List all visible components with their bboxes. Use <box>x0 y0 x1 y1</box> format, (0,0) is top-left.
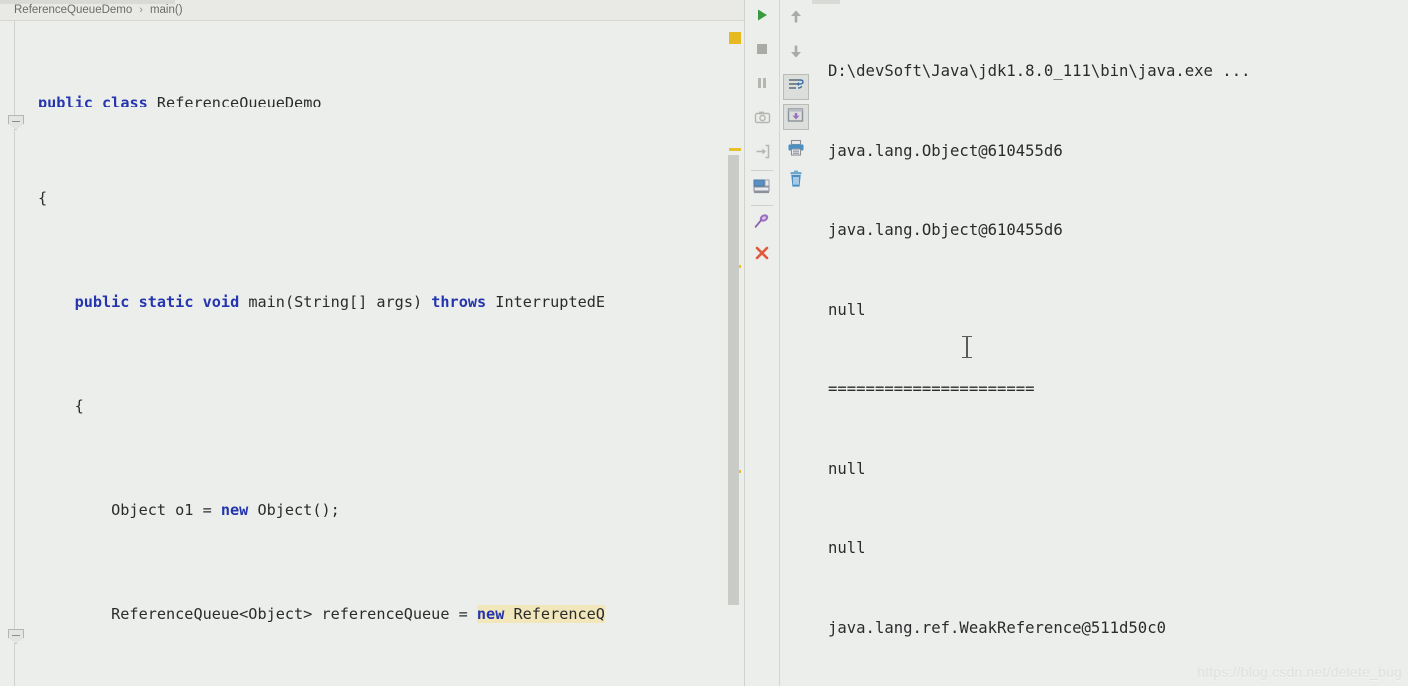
code-line[interactable]: public class ReferenceQueueDemo <box>33 90 745 107</box>
code-line[interactable]: Object o1 = new Object(); <box>33 497 745 523</box>
run-console-output[interactable]: D:\devSoft\Java\jdk1.8.0_111\bin\java.ex… <box>812 0 1408 686</box>
keyword-new: new <box>220 501 249 519</box>
mouse-text-cursor-icon <box>962 336 972 358</box>
console-output-line: ====================== <box>828 380 1035 398</box>
class-name-token: ReferenceQueueDemo <box>156 94 322 107</box>
pin-tab-button[interactable] <box>749 210 775 236</box>
run-toolbar-left <box>745 0 780 686</box>
queue-declaration: ReferenceQueue<Object> referenceQueue = <box>38 605 477 623</box>
layout-settings-button[interactable] <box>749 175 775 201</box>
run-toolbar-right <box>780 0 812 686</box>
play-icon <box>754 7 770 27</box>
rerun-button[interactable] <box>749 4 775 30</box>
keyword-public: public <box>38 94 93 107</box>
console-output-line: java.lang.Object@610455d6 <box>828 221 1063 239</box>
brace-open-indented: { <box>38 397 84 415</box>
queue-constructor: ReferenceQ <box>513 605 605 623</box>
console-output-line: java.lang.ref.WeakReference@511d50c0 <box>828 618 1166 637</box>
code-line[interactable]: public static void main(String[] args) t… <box>33 289 745 315</box>
object-constructor: Object(); <box>257 501 340 519</box>
keyword-class: class <box>102 94 148 107</box>
keyword-void: void <box>202 293 240 311</box>
console-tab-stub <box>812 0 840 4</box>
editor-gutter[interactable] <box>0 21 33 686</box>
editor-vertical-scrollbar[interactable] <box>728 155 739 605</box>
printer-icon <box>787 139 805 160</box>
fold-region-collapse-icon[interactable] <box>8 629 24 644</box>
trash-icon <box>787 170 805 192</box>
breadcrumb-class[interactable]: ReferenceQueueDemo <box>14 4 132 16</box>
watermark: https://blog.csdn.net/delete_bug <box>1197 664 1402 680</box>
scroll-to-end-icon <box>787 107 805 127</box>
dump-threads-button[interactable] <box>749 106 775 132</box>
console-output-line: null <box>828 300 866 319</box>
breadcrumb-separator-icon: › <box>139 4 143 16</box>
next-occurrence-button[interactable] <box>783 40 809 66</box>
breadcrumb-method[interactable]: main() <box>150 4 183 16</box>
exception-type: InterruptedE <box>495 293 606 311</box>
keyword-static: static <box>138 293 194 311</box>
keyword-throws: throws <box>431 293 487 311</box>
keyword-public: public <box>74 293 130 311</box>
code-editor-pane: ReferenceQueueDemo › main() public class… <box>0 0 745 686</box>
stop-button[interactable] <box>749 38 775 64</box>
warning-marker-square[interactable] <box>729 32 741 44</box>
method-name-main: main <box>248 293 285 311</box>
clear-all-button[interactable] <box>783 168 809 194</box>
arrow-into-box-icon <box>754 143 771 164</box>
code-text-area[interactable]: public class ReferenceQueueDemo { public… <box>33 21 745 686</box>
method-signature: (String[] args) <box>284 293 423 311</box>
pause-button[interactable] <box>749 72 775 98</box>
console-lines[interactable]: D:\devSoft\Java\jdk1.8.0_111\bin\java.ex… <box>828 5 1408 686</box>
console-command-line[interactable]: D:\devSoft\Java\jdk1.8.0_111\bin\java.ex… <box>828 62 1250 80</box>
arrow-down-icon <box>788 43 804 63</box>
console-output-line: java.lang.Object@610455d6 <box>828 141 1063 160</box>
scroll-to-end-button[interactable] <box>783 104 809 130</box>
fold-region-collapse-icon[interactable] <box>8 115 24 130</box>
new-expression-highlight: new ReferenceQ <box>476 605 605 623</box>
code-line[interactable]: ReferenceQueue<Object> referenceQueue = … <box>33 601 745 627</box>
print-button[interactable] <box>783 136 809 162</box>
toolbar-divider <box>751 205 773 206</box>
toolbar-divider <box>751 170 773 171</box>
prev-occurrence-button[interactable] <box>783 6 809 32</box>
close-x-icon <box>754 245 770 265</box>
close-button[interactable] <box>749 242 775 268</box>
pause-icon <box>754 75 770 95</box>
code-line[interactable]: { <box>33 185 745 211</box>
console-output-line: null <box>828 459 866 478</box>
breadcrumb: ReferenceQueueDemo › main() <box>0 0 745 21</box>
stop-square-icon <box>754 41 770 61</box>
soft-wrap-button[interactable] <box>783 74 809 100</box>
editor-tab-stub <box>0 0 175 4</box>
brace-open: { <box>38 189 48 207</box>
step-in-button[interactable] <box>749 140 775 166</box>
pin-icon <box>753 212 771 234</box>
camera-icon <box>754 109 771 130</box>
change-marker-stripe[interactable] <box>729 148 741 151</box>
soft-wrap-icon <box>787 77 805 97</box>
intellij-run-window: ReferenceQueueDemo › main() public class… <box>0 0 1408 686</box>
console-output-line: null <box>828 539 866 557</box>
layout-panels-icon <box>753 178 771 198</box>
object-declaration: Object o1 = <box>38 501 221 519</box>
code-line[interactable]: { <box>33 393 745 419</box>
arrow-up-icon <box>788 9 804 29</box>
keyword-new: new <box>476 605 505 623</box>
